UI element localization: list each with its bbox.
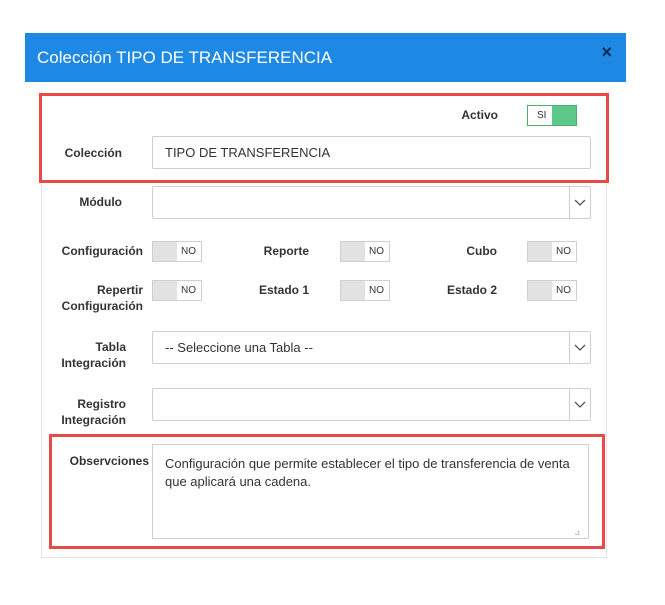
configuracion-toggle[interactable]: NO xyxy=(152,241,202,262)
highlight-box-observaciones xyxy=(49,434,605,549)
estado1-toggle[interactable]: NO xyxy=(340,280,390,301)
toggle-knob xyxy=(528,281,552,300)
toggle-knob xyxy=(341,242,365,261)
reporte-toggle-text: NO xyxy=(369,246,384,257)
modulo-label: Módulo xyxy=(79,195,122,209)
repertir-configuracion-label: Repertir Configuración xyxy=(40,282,143,314)
modulo-select[interactable] xyxy=(152,186,591,219)
registro-label-line1: Registro xyxy=(77,397,126,411)
cubo-label: Cubo xyxy=(466,244,497,258)
estado2-label: Estado 2 xyxy=(446,283,497,297)
toggle-knob xyxy=(341,281,365,300)
reporte-label: Reporte xyxy=(263,244,309,258)
registro-label-line2: Integración xyxy=(61,413,126,427)
cubo-toggle[interactable]: NO xyxy=(527,241,577,262)
registro-integracion-label: Registro Integración xyxy=(40,396,126,428)
reporte-toggle[interactable]: NO xyxy=(340,241,390,262)
repertir-label-line2: Configuración xyxy=(61,299,143,313)
toggle-knob xyxy=(528,242,552,261)
estado1-label: Estado 1 xyxy=(258,283,309,297)
toggle-knob xyxy=(153,281,177,300)
repertir-toggle[interactable]: NO xyxy=(152,280,202,301)
tabla-integracion-label: Tabla Integración xyxy=(40,339,126,371)
cubo-toggle-text: NO xyxy=(556,246,571,257)
chevron-down-icon[interactable] xyxy=(569,187,590,218)
modal-title: Colección TIPO DE TRANSFERENCIA xyxy=(37,48,333,67)
modal-header: Colección TIPO DE TRANSFERENCIA × xyxy=(25,33,626,82)
repertir-toggle-text: NO xyxy=(181,285,196,296)
tabla-label-line1: Tabla xyxy=(95,340,126,354)
chevron-down-icon[interactable] xyxy=(569,332,590,363)
configuracion-label: Configuración xyxy=(61,244,143,258)
highlight-box-activo-coleccion xyxy=(39,93,609,183)
estado2-toggle[interactable]: NO xyxy=(527,280,577,301)
tabla-label-line2: Integración xyxy=(61,356,126,370)
estado2-toggle-text: NO xyxy=(556,285,571,296)
estado1-toggle-text: NO xyxy=(369,285,384,296)
tabla-integracion-select[interactable]: -- Seleccione una Tabla -- xyxy=(152,331,591,364)
configuracion-toggle-text: NO xyxy=(181,246,196,257)
toggle-knob xyxy=(153,242,177,261)
repertir-label-line1: Repertir xyxy=(96,283,143,297)
chevron-down-icon[interactable] xyxy=(569,389,590,420)
close-icon[interactable]: × xyxy=(601,42,612,63)
tabla-value: -- Seleccione una Tabla -- xyxy=(165,340,313,355)
registro-integracion-select[interactable] xyxy=(152,388,591,421)
